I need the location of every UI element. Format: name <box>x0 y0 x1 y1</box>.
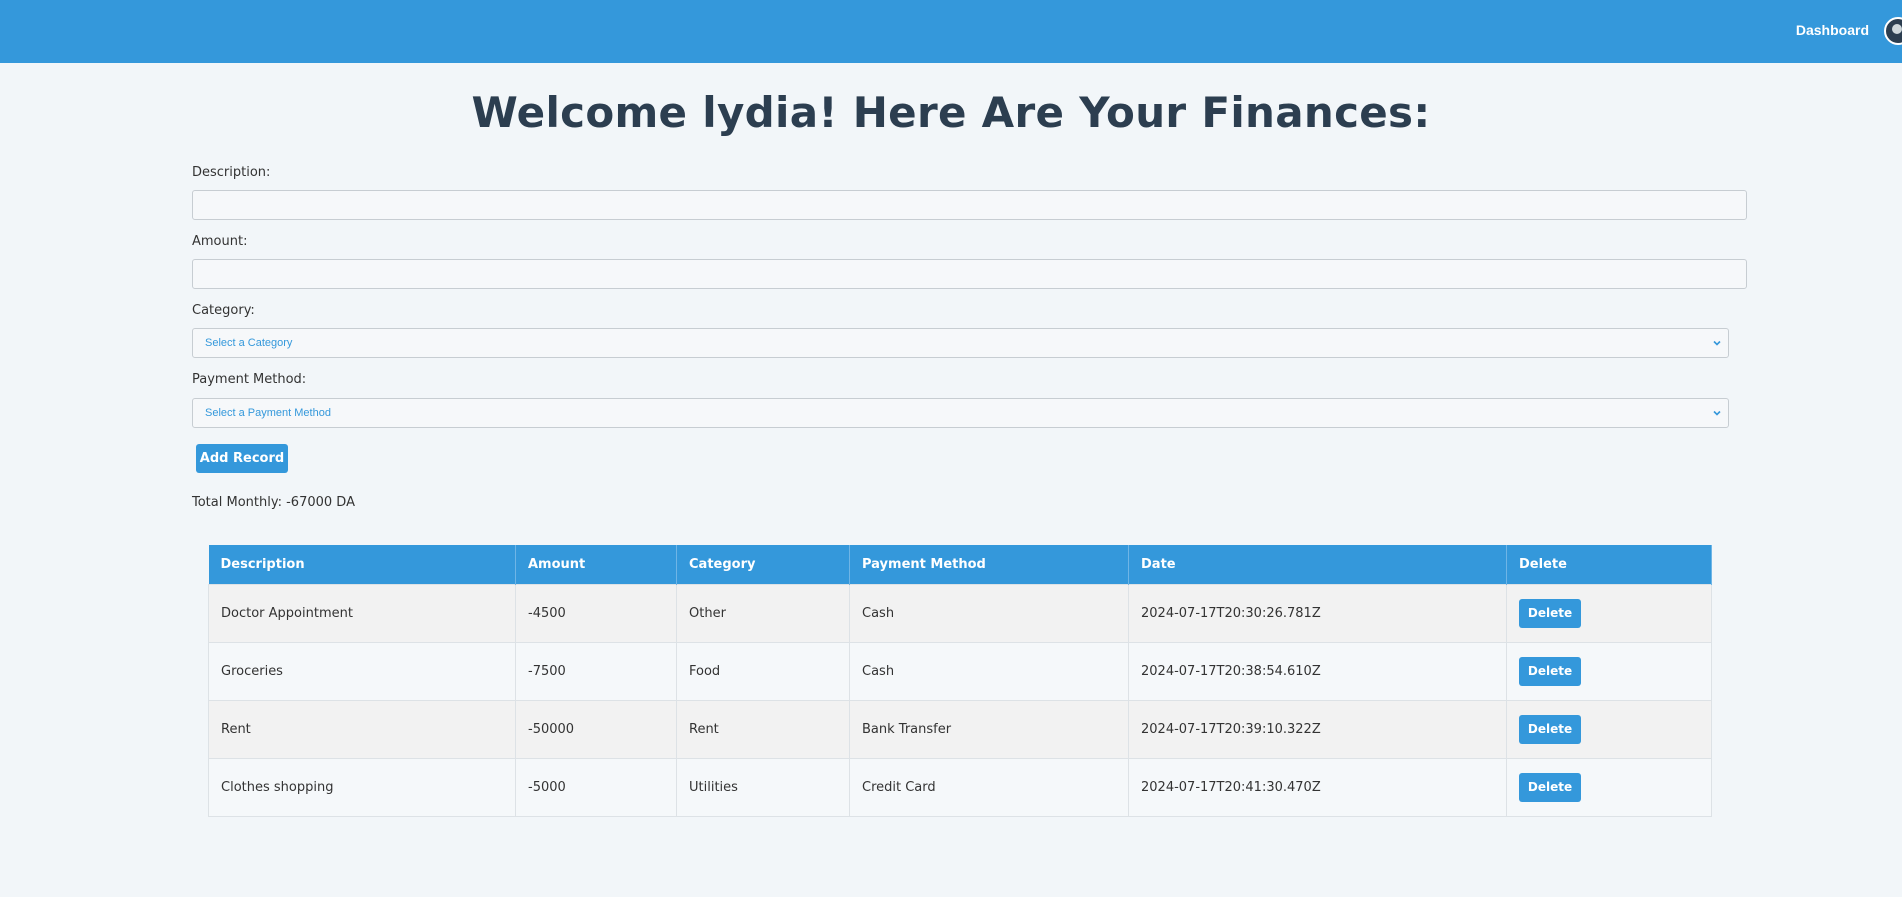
amount-label: Amount: <box>192 234 248 249</box>
cell-category: Other <box>676 583 850 643</box>
records-table: Description Amount Category Payment Meth… <box>208 545 1712 817</box>
column-header-payment-method: Payment Method <box>849 545 1129 584</box>
cell-date: 2024-07-17T20:41:30.470Z <box>1128 757 1507 817</box>
add-record-button[interactable]: Add Record <box>196 444 288 473</box>
cell-date: 2024-07-17T20:39:10.322Z <box>1128 699 1507 759</box>
cell-description: Doctor Appointment <box>208 583 516 643</box>
table-row: Clothes shopping -5000 Utilities Credit … <box>208 757 1712 817</box>
payment-method-label: Payment Method: <box>192 372 307 387</box>
total-monthly: Total Monthly: -67000 DA <box>192 495 355 510</box>
cell-amount: -7500 <box>515 641 677 701</box>
delete-button[interactable]: Delete <box>1519 656 1581 686</box>
table-row: Rent -50000 Rent Bank Transfer 2024-07-1… <box>208 699 1712 759</box>
column-header-category: Category <box>676 545 850 584</box>
payment-method-select-value: Select a Payment Method <box>205 407 331 419</box>
cell-payment-method: Bank Transfer <box>849 699 1129 759</box>
delete-button[interactable]: Delete <box>1519 772 1581 802</box>
category-select[interactable]: Select a Category <box>192 328 1729 358</box>
top-navbar: Dashboard <box>0 0 1902 63</box>
cell-description: Clothes shopping <box>208 757 516 817</box>
payment-method-select[interactable]: Select a Payment Method <box>192 398 1729 428</box>
table-header-row: Description Amount Category Payment Meth… <box>208 545 1712 584</box>
cell-category: Rent <box>676 699 850 759</box>
cell-amount: -5000 <box>515 757 677 817</box>
avatar[interactable] <box>1884 17 1902 45</box>
category-select-value: Select a Category <box>205 337 293 349</box>
cell-delete: Delete <box>1506 641 1712 701</box>
cell-payment-method: Cash <box>849 641 1129 701</box>
category-label: Category: <box>192 303 255 318</box>
page-title: Welcome lydia! Here Are Your Finances: <box>471 88 1431 137</box>
cell-date: 2024-07-17T20:38:54.610Z <box>1128 641 1507 701</box>
cell-payment-method: Cash <box>849 583 1129 643</box>
column-header-delete: Delete <box>1506 545 1712 584</box>
table-row: Doctor Appointment -4500 Other Cash 2024… <box>208 583 1712 643</box>
table-row: Groceries -7500 Food Cash 2024-07-17T20:… <box>208 641 1712 701</box>
column-header-description: Description <box>208 545 516 584</box>
cell-description: Rent <box>208 699 516 759</box>
amount-input[interactable] <box>192 259 1747 289</box>
chevron-down-icon <box>1713 340 1721 346</box>
chevron-down-icon <box>1713 410 1721 416</box>
description-input[interactable] <box>192 190 1747 220</box>
column-header-amount: Amount <box>515 545 677 584</box>
cell-delete: Delete <box>1506 757 1712 817</box>
cell-amount: -4500 <box>515 583 677 643</box>
delete-button[interactable]: Delete <box>1519 598 1581 628</box>
dashboard-link[interactable]: Dashboard <box>1796 22 1869 38</box>
description-label: Description: <box>192 165 271 180</box>
cell-amount: -50000 <box>515 699 677 759</box>
cell-payment-method: Credit Card <box>849 757 1129 817</box>
cell-description: Groceries <box>208 641 516 701</box>
cell-date: 2024-07-17T20:30:26.781Z <box>1128 583 1507 643</box>
cell-delete: Delete <box>1506 699 1712 759</box>
cell-category: Food <box>676 641 850 701</box>
delete-button[interactable]: Delete <box>1519 714 1581 744</box>
cell-category: Utilities <box>676 757 850 817</box>
cell-delete: Delete <box>1506 583 1712 643</box>
column-header-date: Date <box>1128 545 1507 584</box>
